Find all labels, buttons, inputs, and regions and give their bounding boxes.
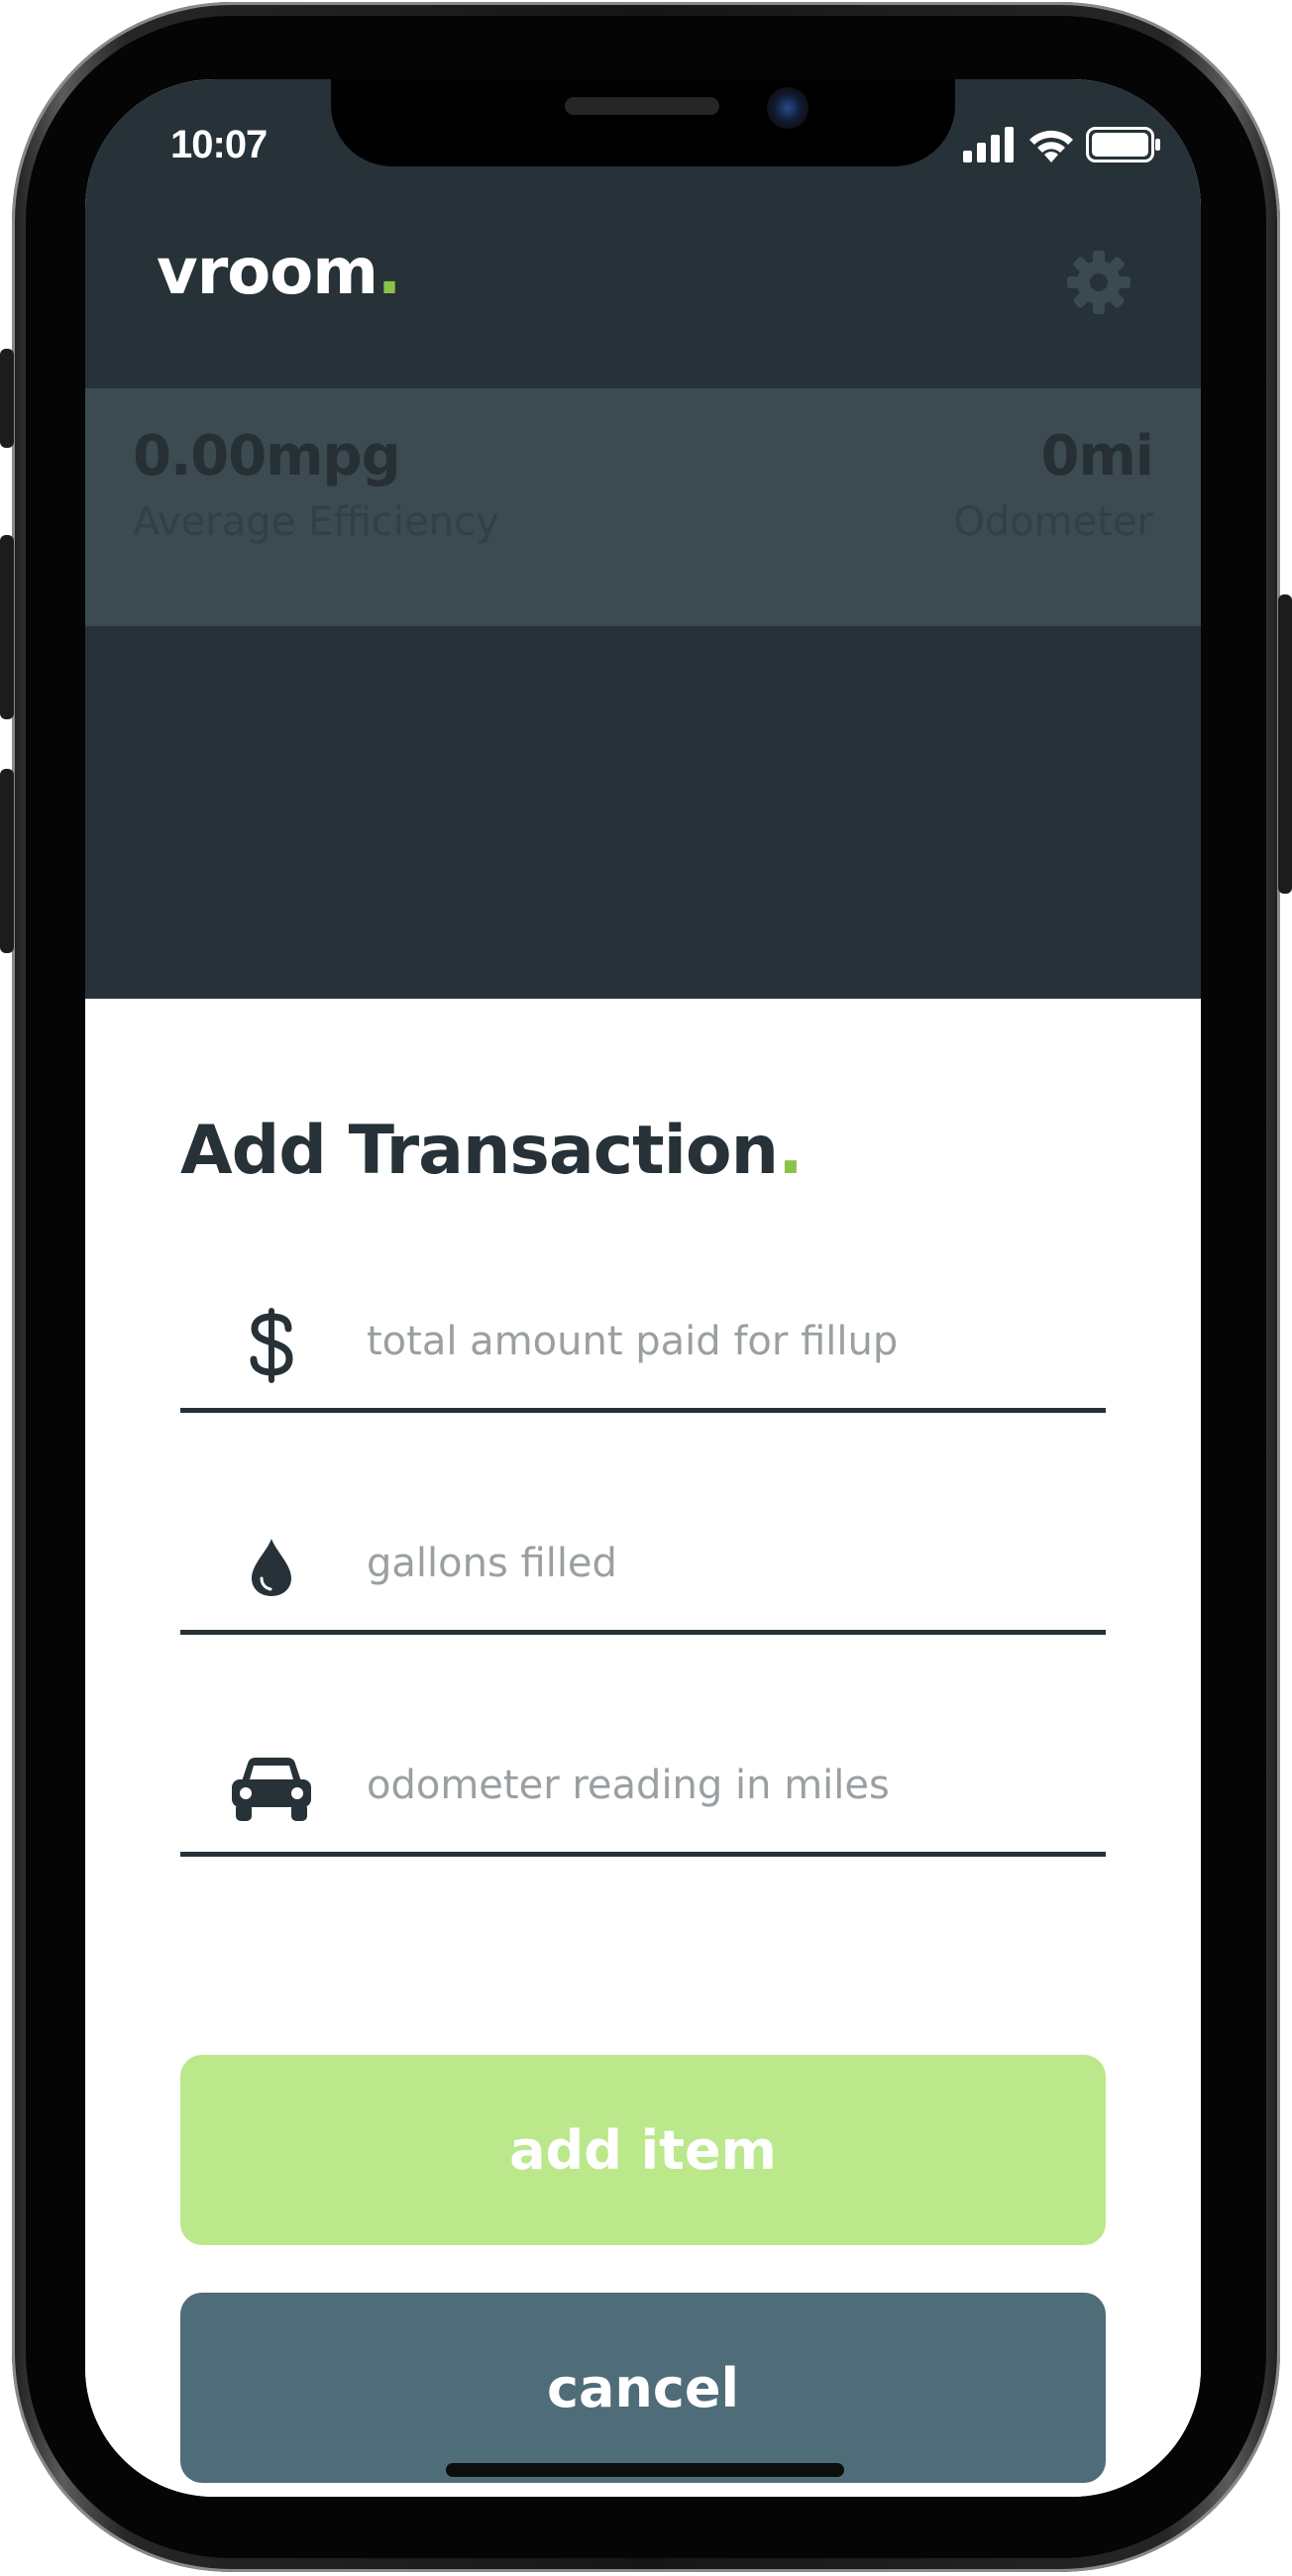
odometer-field	[180, 1712, 1106, 1857]
gallons-field	[180, 1490, 1106, 1635]
sheet-title: Add Transaction.	[180, 1112, 804, 1190]
dollar-icon	[228, 1302, 315, 1389]
wifi-icon	[1029, 130, 1073, 162]
speaker-grille	[565, 97, 719, 115]
odometer-input[interactable]	[365, 1750, 1082, 1821]
amount-input[interactable]	[365, 1306, 1082, 1377]
odometer-value: 0mi	[1040, 424, 1154, 488]
efficiency-label: Average Efficiency	[133, 499, 499, 545]
sheet-title-text: Add Transaction	[180, 1112, 779, 1190]
side-button-volume-down	[0, 769, 14, 953]
battery-icon	[1086, 127, 1160, 162]
side-button-silent	[0, 349, 14, 448]
car-icon	[228, 1746, 315, 1833]
logo-text: vroom	[157, 236, 378, 309]
drop-icon	[228, 1524, 315, 1611]
home-indicator[interactable]	[446, 2463, 844, 2477]
sheet-title-dot: .	[778, 1112, 804, 1190]
status-icons	[963, 127, 1161, 162]
odometer-label: Odometer	[953, 499, 1153, 545]
app-logo: vroom.	[157, 236, 401, 309]
side-button-power	[1278, 594, 1292, 894]
signal-icon	[963, 127, 1014, 162]
gallons-input[interactable]	[365, 1528, 1082, 1599]
logo-dot: .	[377, 236, 401, 309]
status-time: 10:07	[170, 123, 268, 166]
gear-icon[interactable]	[1064, 248, 1133, 317]
stats-band: 0.00mpg Average Efficiency 0mi Odometer	[85, 388, 1201, 626]
amount-field	[180, 1268, 1106, 1413]
front-camera	[767, 87, 808, 129]
cancel-button[interactable]: cancel	[180, 2293, 1106, 2483]
efficiency-value: 0.00mpg	[133, 424, 401, 488]
add-item-button[interactable]: add item	[180, 2055, 1106, 2245]
add-transaction-sheet: Add Transaction. total amount paid for f…	[85, 999, 1201, 2497]
notch	[331, 79, 955, 166]
side-button-volume-up	[0, 535, 14, 719]
phone-screen: 10:07 vroom. 0.00mpg Average Efficiency …	[85, 79, 1201, 2497]
